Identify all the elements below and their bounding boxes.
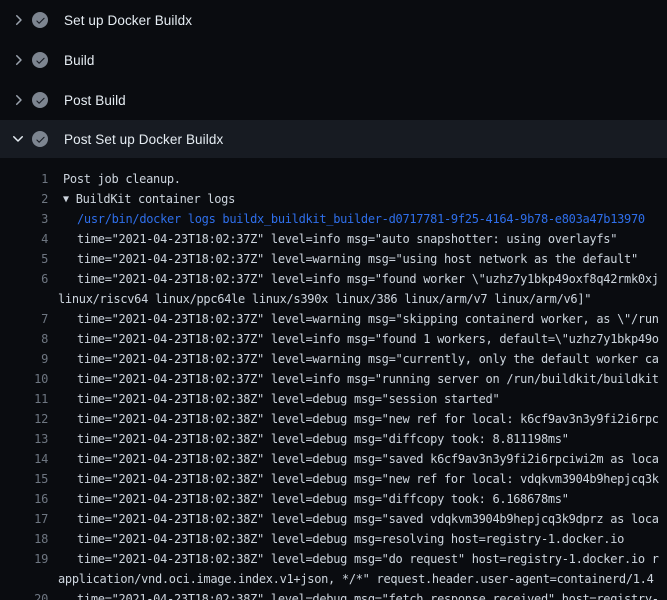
log-line-number[interactable]: 12 [0, 409, 48, 429]
log-line-text: time="2021-04-23T18:02:37Z" level=info m… [77, 369, 659, 389]
log-line: 2 ▼BuildKit container logs [0, 189, 667, 209]
log-line: 19 time="2021-04-23T18:02:38Z" level=deb… [0, 549, 667, 569]
log-line: 18 time="2021-04-23T18:02:38Z" level=deb… [0, 529, 667, 549]
log-line-number[interactable]: 1 [0, 169, 48, 189]
step-label: Set up Docker Buildx [64, 13, 192, 28]
log-line-text: time="2021-04-23T18:02:37Z" level=info m… [77, 269, 659, 289]
log-line: 20 time="2021-04-23T18:02:38Z" level=deb… [0, 589, 667, 600]
step-label: Build [64, 53, 95, 68]
step-label: Post Set up Docker Buildx [64, 132, 223, 147]
step-label: Post Build [64, 93, 126, 108]
check-circle-icon [32, 131, 48, 147]
log-line-text: time="2021-04-23T18:02:38Z" level=debug … [77, 449, 659, 469]
chevron-right-icon[interactable] [10, 92, 26, 108]
log-line-text: time="2021-04-23T18:02:38Z" level=debug … [77, 429, 569, 449]
log-line-text: time="2021-04-23T18:02:38Z" level=debug … [77, 489, 569, 509]
log-line-number[interactable]: 19 [0, 549, 48, 569]
log-line-number[interactable]: 20 [0, 589, 48, 600]
log-group-header[interactable]: ▼BuildKit container logs [63, 189, 235, 209]
check-circle-icon [32, 12, 48, 28]
step-row-build[interactable]: Build [0, 40, 667, 80]
check-circle-icon [32, 92, 48, 108]
log-line: 1 Post job cleanup. [0, 169, 667, 189]
log-line-number[interactable]: 14 [0, 449, 48, 469]
log-line-number[interactable]: 4 [0, 229, 48, 249]
log-line-number[interactable]: 17 [0, 509, 48, 529]
log-line: 11 time="2021-04-23T18:02:38Z" level=deb… [0, 389, 667, 409]
log-line-number[interactable]: 15 [0, 469, 48, 489]
log-line-number[interactable]: 5 [0, 249, 48, 269]
log-line-text: /usr/bin/docker logs buildx_buildkit_bui… [77, 209, 645, 229]
log-line-text: time="2021-04-23T18:02:37Z" level=info m… [77, 329, 659, 349]
log-line-number[interactable]: 10 [0, 369, 48, 389]
log-viewer: 1 Post job cleanup. 2 ▼BuildKit containe… [0, 160, 667, 600]
chevron-right-icon[interactable] [10, 52, 26, 68]
log-line-number[interactable]: 16 [0, 489, 48, 509]
log-line: 3 /usr/bin/docker logs buildx_buildkit_b… [0, 209, 667, 229]
log-line-text: time="2021-04-23T18:02:38Z" level=debug … [77, 409, 659, 429]
log-line: 17 time="2021-04-23T18:02:38Z" level=deb… [0, 509, 667, 529]
log-line: 12 time="2021-04-23T18:02:38Z" level=deb… [0, 409, 667, 429]
log-line: 16 time="2021-04-23T18:02:38Z" level=deb… [0, 489, 667, 509]
log-line: 9 time="2021-04-23T18:02:37Z" level=warn… [0, 349, 667, 369]
log-line-number[interactable]: 3 [0, 209, 48, 229]
log-line: 5 time="2021-04-23T18:02:37Z" level=warn… [0, 249, 667, 269]
step-row-post-build[interactable]: Post Build [0, 80, 667, 120]
group-collapse-icon[interactable]: ▼ [63, 194, 69, 205]
log-line: linux/riscv64 linux/ppc64le linux/s390x … [0, 289, 667, 309]
log-line-text: time="2021-04-23T18:02:37Z" level=warnin… [77, 249, 638, 269]
log-line-number[interactable]: 13 [0, 429, 48, 449]
log-line-number[interactable]: 8 [0, 329, 48, 349]
log-line-number[interactable]: 6 [0, 269, 48, 289]
log-line: 4 time="2021-04-23T18:02:37Z" level=info… [0, 229, 667, 249]
step-row-post-set-up-docker-buildx[interactable]: Post Set up Docker Buildx [0, 120, 667, 158]
step-row-set-up-docker-buildx[interactable]: Set up Docker Buildx [0, 0, 667, 40]
job-steps-panel: Set up Docker Buildx Build Post Build Po… [0, 0, 667, 158]
log-line-text: time="2021-04-23T18:02:37Z" level=warnin… [77, 349, 659, 369]
log-line-text: time="2021-04-23T18:02:37Z" level=warnin… [77, 309, 659, 329]
log-line: application/vnd.oci.image.index.v1+json,… [0, 569, 667, 589]
log-line-text: time="2021-04-23T18:02:38Z" level=debug … [77, 549, 659, 569]
log-line: 14 time="2021-04-23T18:02:38Z" level=deb… [0, 449, 667, 469]
log-line-text: time="2021-04-23T18:02:38Z" level=debug … [77, 529, 624, 549]
log-line-text: time="2021-04-23T18:02:38Z" level=debug … [77, 509, 659, 529]
log-line-text: time="2021-04-23T18:02:37Z" level=info m… [77, 229, 617, 249]
log-line-number[interactable]: 7 [0, 309, 48, 329]
log-line-text: linux/riscv64 linux/ppc64le linux/s390x … [58, 289, 591, 309]
chevron-right-icon[interactable] [10, 12, 26, 28]
log-line-number[interactable]: 11 [0, 389, 48, 409]
log-line-number[interactable]: 18 [0, 529, 48, 549]
chevron-down-icon[interactable] [10, 131, 26, 147]
log-line: 10 time="2021-04-23T18:02:37Z" level=inf… [0, 369, 667, 389]
log-line-text: time="2021-04-23T18:02:38Z" level=debug … [77, 389, 499, 409]
log-line: 15 time="2021-04-23T18:02:38Z" level=deb… [0, 469, 667, 489]
log-line-text: Post job cleanup. [63, 169, 181, 189]
log-line: 7 time="2021-04-23T18:02:37Z" level=warn… [0, 309, 667, 329]
log-line: 6 time="2021-04-23T18:02:37Z" level=info… [0, 269, 667, 289]
log-line: 13 time="2021-04-23T18:02:38Z" level=deb… [0, 429, 667, 449]
log-line: 8 time="2021-04-23T18:02:37Z" level=info… [0, 329, 667, 349]
check-circle-icon [32, 52, 48, 68]
log-line-number[interactable]: 9 [0, 349, 48, 369]
log-line-text: application/vnd.oci.image.index.v1+json,… [58, 569, 654, 589]
log-line-number[interactable]: 2 [0, 189, 48, 209]
log-line-text: time="2021-04-23T18:02:38Z" level=debug … [77, 589, 659, 600]
log-line-text: time="2021-04-23T18:02:38Z" level=debug … [77, 469, 659, 489]
